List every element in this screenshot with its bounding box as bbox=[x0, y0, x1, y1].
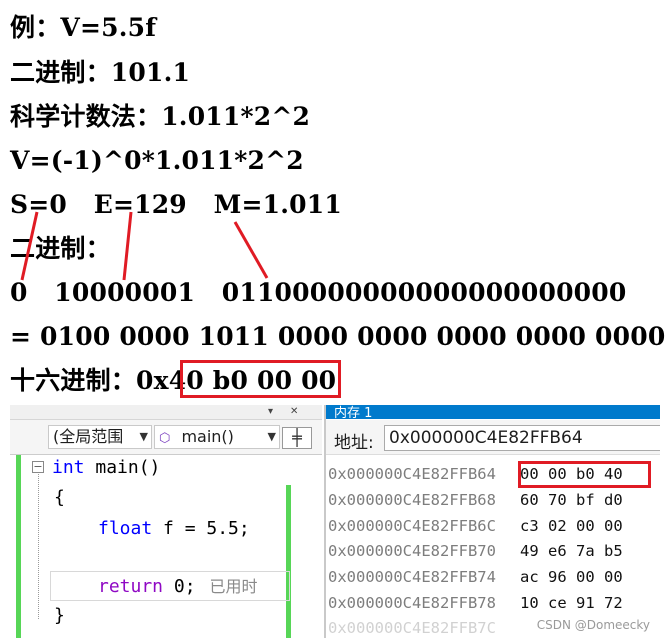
hex-highlight-box bbox=[180, 360, 341, 398]
memory-row: 0x000000C4E82FFB6C c3 02 00 00 bbox=[328, 517, 623, 535]
change-margin-right bbox=[286, 485, 291, 638]
bytes-highlight-box bbox=[518, 461, 651, 488]
code-editor-pane: ▾ ✕ (全局范围 ▼ ⬡ main() ▼ ╪ − int main() { … bbox=[10, 405, 322, 638]
memory-row: 0x000000C4E82FFB78 10 ce 91 72 bbox=[328, 594, 623, 612]
cube-icon: ⬡ bbox=[159, 431, 171, 446]
memory-title: 内存 1 bbox=[334, 406, 373, 419]
ide-screenshot: ▾ ✕ (全局范围 ▼ ⬡ main() ▼ ╪ − int main() { … bbox=[10, 405, 660, 638]
split-editor-button[interactable]: ╪ bbox=[282, 427, 312, 449]
memory-row: 0x000000C4E82FFB68 60 70 bf d0 bbox=[328, 491, 623, 509]
indent-guide bbox=[38, 474, 40, 619]
code-line-3: float f = 5.5; bbox=[98, 518, 250, 539]
editor-tab-strip: ▾ ✕ bbox=[10, 405, 322, 420]
mantissa-pointer-line bbox=[233, 221, 269, 279]
scope-dropdown[interactable]: (全局范围 ▼ bbox=[48, 425, 152, 449]
exponent-pointer-line bbox=[122, 211, 133, 281]
close-icon[interactable]: ✕ bbox=[290, 406, 298, 417]
pin-icon[interactable]: ▾ bbox=[268, 406, 273, 417]
chevron-down-icon: ▼ bbox=[139, 430, 148, 443]
memory-row: 0x000000C4E82FFB70 49 e6 7a b5 bbox=[328, 542, 623, 560]
memory-row: 0x000000C4E82FFB7C bbox=[328, 619, 496, 637]
code-line-1: int main() bbox=[52, 457, 161, 478]
code-line-2: { bbox=[54, 487, 65, 508]
chevron-down-icon: ▼ bbox=[267, 430, 276, 443]
function-dropdown[interactable]: ⬡ main() ▼ bbox=[154, 425, 280, 449]
scope-dropdown-label: (全局范围 bbox=[53, 427, 124, 446]
memory-window: 内存 1 地址: 0x000000C4E82FFB64 0x000000C4E8… bbox=[324, 405, 660, 638]
change-margin bbox=[16, 455, 21, 638]
memory-title-bar: 内存 1 bbox=[326, 405, 660, 419]
memory-row: 0x000000C4E82FFB74 ac 96 00 00 bbox=[328, 568, 623, 586]
annotation-lines bbox=[20, 211, 269, 281]
sign-pointer-line bbox=[20, 211, 39, 281]
code-area[interactable]: − int main() { float f = 5.5; return 0; 已… bbox=[10, 455, 322, 638]
address-input[interactable]: 0x000000C4E82FFB64 bbox=[384, 425, 660, 451]
watermark: CSDN @Domeecky bbox=[536, 618, 650, 632]
function-dropdown-label: main() bbox=[181, 427, 234, 446]
address-bar: 地址: 0x000000C4E82FFB64 bbox=[326, 420, 660, 455]
code-line-5: return 0; 已用时 bbox=[98, 576, 258, 597]
address-label: 地址: bbox=[334, 433, 374, 453]
navigation-bar: (全局范围 ▼ ⬡ main() ▼ ╪ bbox=[10, 420, 322, 455]
collapse-icon[interactable]: − bbox=[32, 461, 44, 473]
code-line-6: } bbox=[54, 605, 65, 626]
